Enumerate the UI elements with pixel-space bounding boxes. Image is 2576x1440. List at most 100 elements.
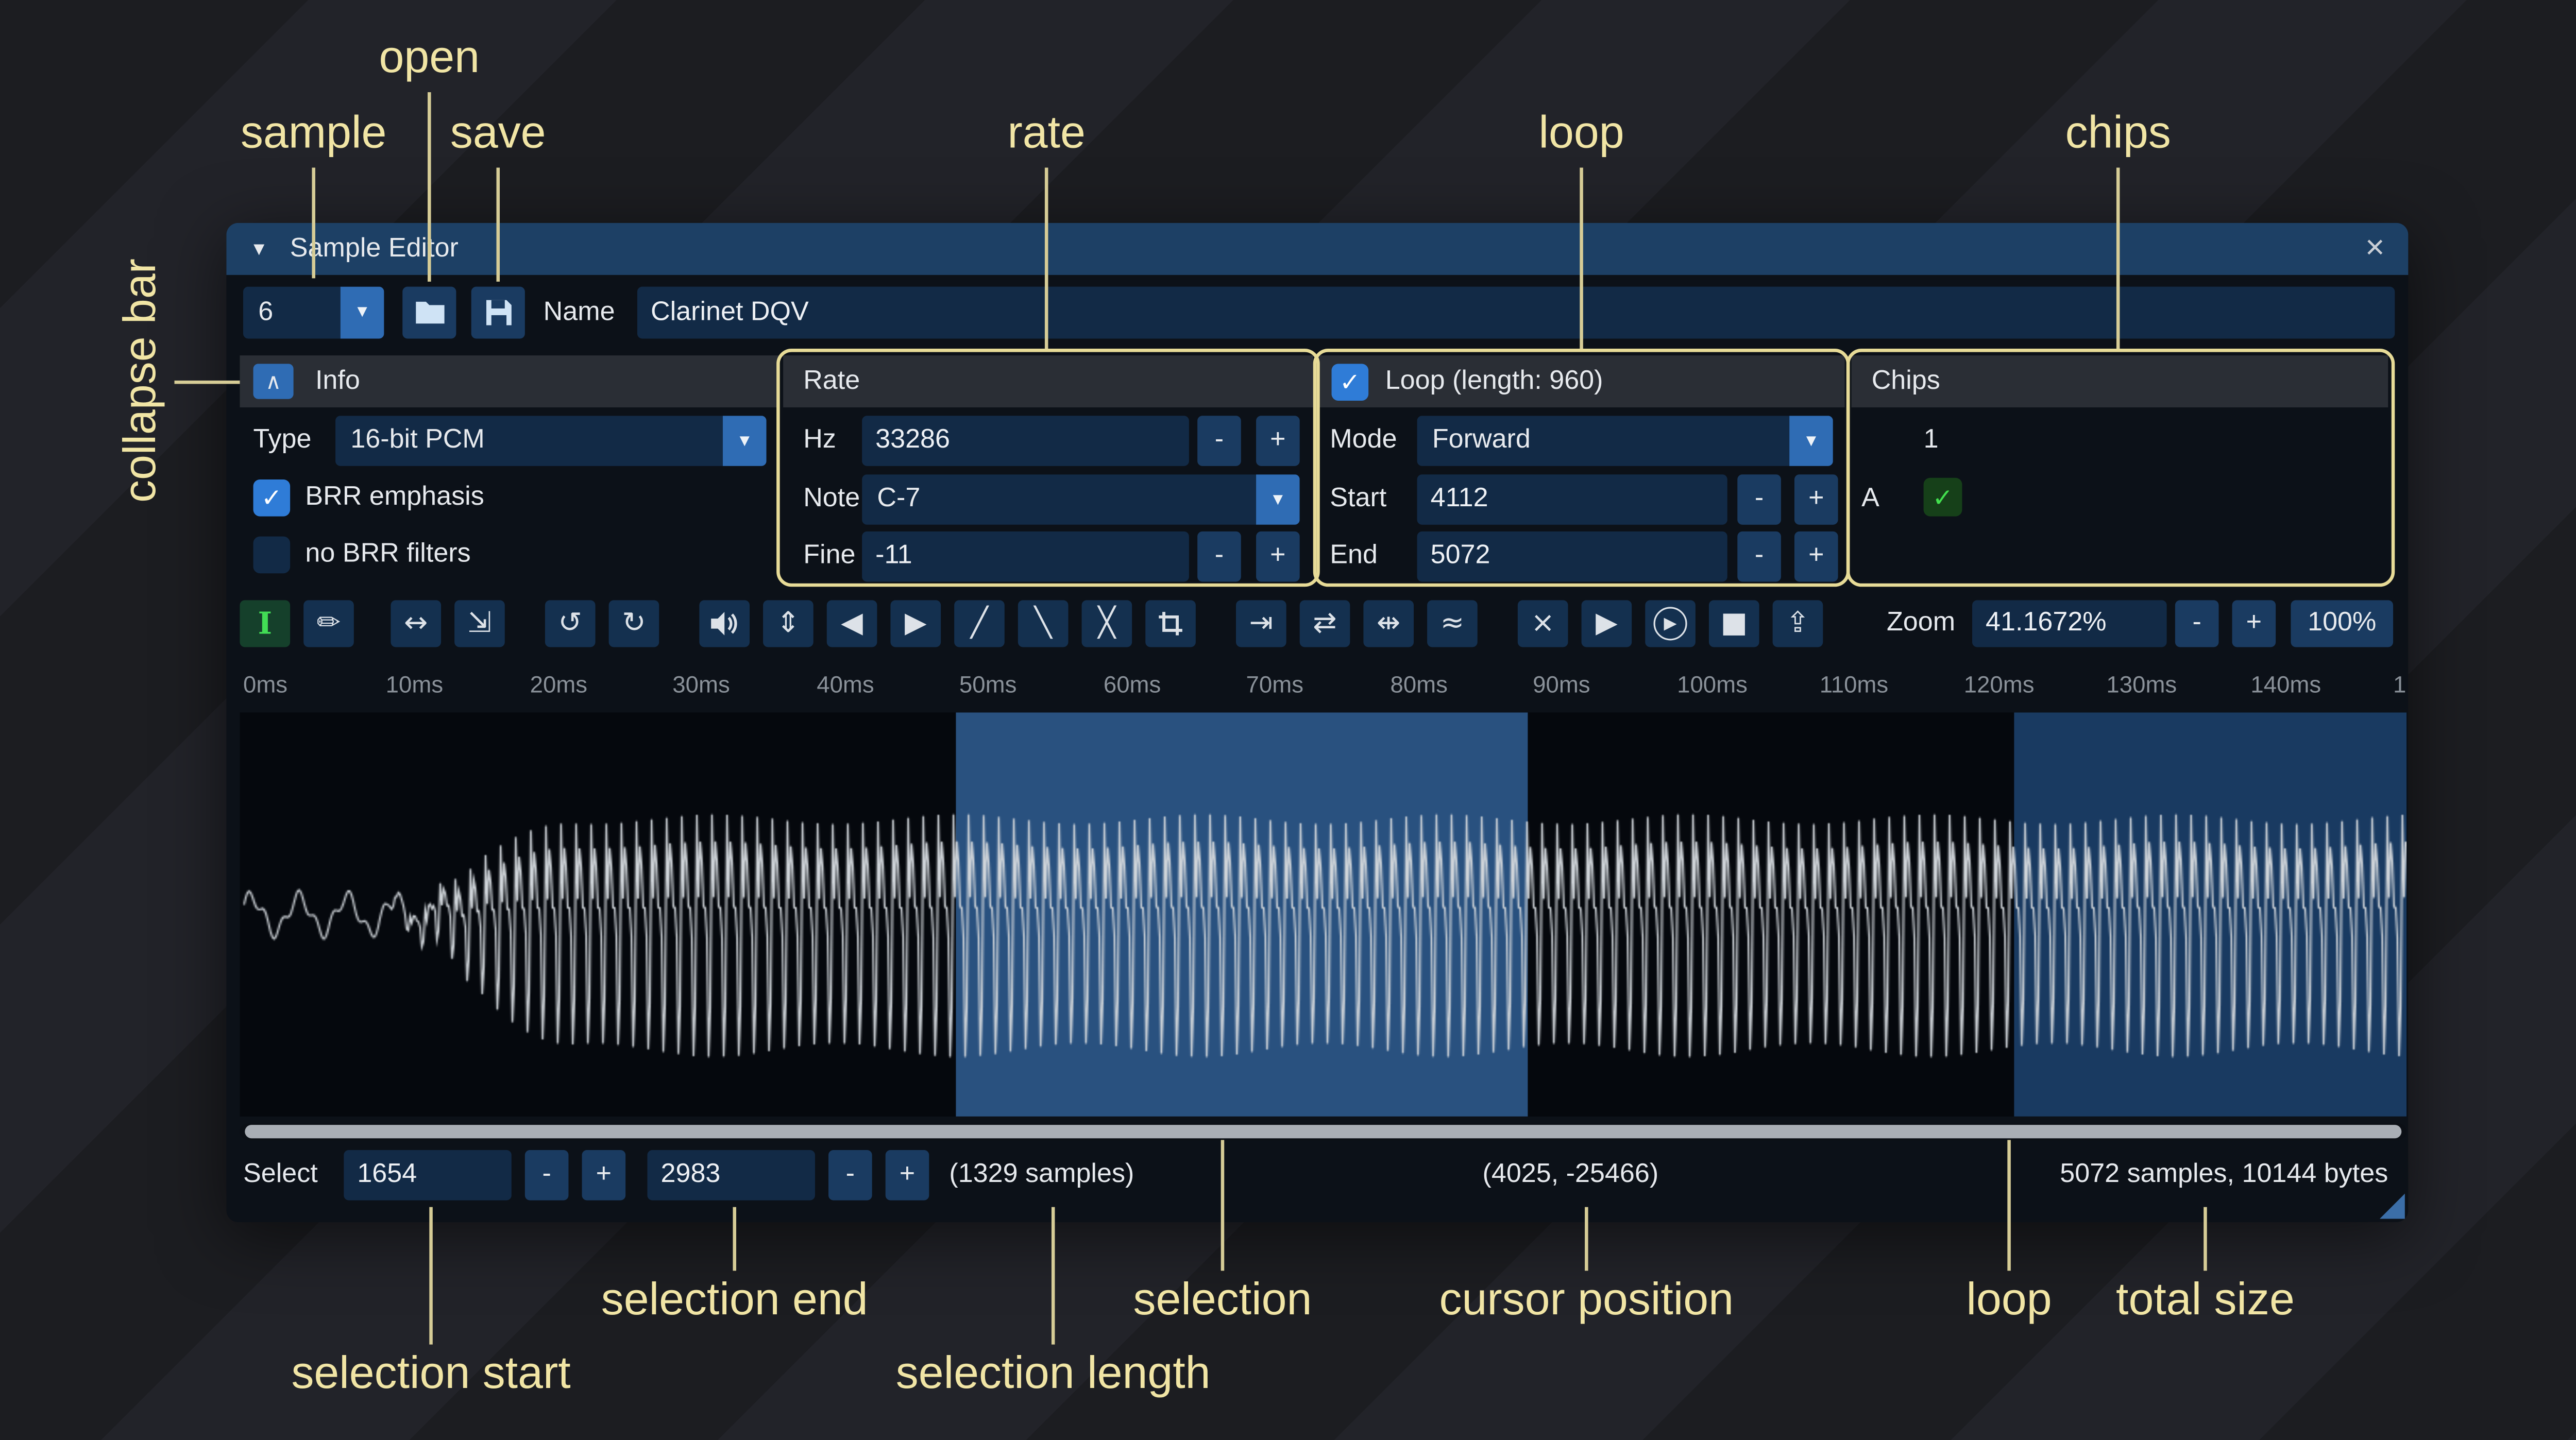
ruler-label: 60ms	[1104, 671, 1161, 697]
zoom-label: Zoom	[1887, 600, 1955, 647]
speaker-icon	[709, 610, 740, 637]
ruler-label: 120ms	[1964, 671, 2035, 697]
resize-grip[interactable]	[2380, 1194, 2405, 1219]
annotation-loop: loop	[1538, 107, 1624, 159]
zoom-decrement-button[interactable]: -	[2175, 600, 2219, 647]
trim-button[interactable]	[1145, 600, 1196, 647]
silence-button[interactable]: ╳	[1082, 600, 1132, 647]
selection-end-value: 2983	[661, 1160, 721, 1191]
chevron-down-icon: ▼	[341, 287, 384, 339]
x-icon: ×	[1531, 607, 1554, 640]
selection-end-input[interactable]: 2983	[647, 1150, 815, 1201]
wave-icon: ≈	[1440, 607, 1464, 640]
selection-start-value: 1654	[357, 1160, 417, 1191]
waveform-area[interactable]	[240, 712, 2406, 1116]
screenshot-stage: ▼ Sample Editor × 6 ▼ Name Clarinet DQV …	[0, 0, 2576, 1440]
triangle-right-icon: ▶	[905, 607, 927, 640]
annotation-save: save	[450, 107, 546, 159]
ruler-label: 150	[2393, 671, 2406, 697]
edit-select-button[interactable]: I	[240, 600, 290, 647]
mix-paste-button[interactable]: ⇄	[1300, 600, 1350, 647]
fade-in-icon: ╱	[971, 607, 988, 640]
close-icon[interactable]: ×	[2365, 223, 2385, 275]
annotation-line-open	[428, 92, 431, 282]
amplify-button[interactable]	[699, 600, 750, 647]
resample-icon: ⇲	[468, 607, 492, 640]
save-button[interactable]	[471, 287, 525, 339]
annotation-line-selection	[1221, 1140, 1225, 1271]
redo-button[interactable]: ↻	[609, 600, 659, 647]
sample-index-dropdown[interactable]: 6 ▼	[243, 287, 384, 339]
selection-start-increment-button[interactable]: +	[582, 1150, 626, 1201]
ruler-label: 0ms	[243, 671, 287, 697]
annotation-selection-end: selection end	[601, 1274, 868, 1326]
time-ruler: 0ms 10ms 20ms 30ms 40ms 50ms 60ms 70ms 8…	[240, 662, 2406, 709]
upload-icon: ⇪	[1786, 607, 1809, 640]
annotation-line-rate	[1045, 168, 1048, 349]
selection-end-decrement-button[interactable]: -	[828, 1150, 872, 1201]
zoom-input[interactable]: 41.1672%	[1972, 600, 2167, 647]
crossfade-button[interactable]: ×	[1518, 600, 1568, 647]
no-brr-filters-checkbox[interactable]	[253, 537, 291, 574]
sample-index-value: 6	[243, 287, 341, 339]
undo-button[interactable]: ↺	[545, 600, 596, 647]
upload-to-chip-button[interactable]: ⇪	[1773, 600, 1823, 647]
zoom-value: 41.1672%	[1986, 609, 2107, 639]
crop-icon	[1157, 610, 1184, 637]
fade-in-button[interactable]: ╱	[954, 600, 1005, 647]
annotation-loop-bottom: loop	[1967, 1274, 2052, 1326]
cross-icon: ╳	[1098, 607, 1115, 640]
brr-emphasis-checkbox[interactable]: ✓	[253, 479, 291, 517]
ruler-label: 10ms	[386, 671, 443, 697]
rate-annotation-outline	[776, 349, 1320, 587]
selection-end-increment-button[interactable]: +	[886, 1150, 929, 1201]
cursor-position-text: (4025, -25466)	[1483, 1150, 1659, 1201]
type-dropdown[interactable]: 16-bit PCM ▼	[335, 416, 767, 466]
annotation-rate: rate	[1007, 107, 1085, 159]
name-input[interactable]: Clarinet DQV	[637, 287, 2395, 339]
ruler-label: 20ms	[530, 671, 587, 697]
titlebar[interactable]: ▼ Sample Editor ×	[226, 223, 2408, 275]
edit-draw-button[interactable]: ✏	[303, 600, 354, 647]
fade-out-button[interactable]: ╲	[1018, 600, 1069, 647]
invert-button[interactable]: ▶	[890, 600, 941, 647]
zoom-reset-button[interactable]: 100%	[2291, 600, 2393, 647]
info-panel-header: ∧ Info	[240, 355, 779, 407]
annotation-line-selection-end	[733, 1207, 736, 1271]
open-button[interactable]	[402, 287, 456, 339]
stretch-icon: ⇹	[1377, 607, 1400, 640]
scrollbar-thumb[interactable]	[245, 1125, 2401, 1138]
window-collapse-icon[interactable]: ▼	[250, 239, 268, 259]
resize-button[interactable]: ↔	[391, 600, 441, 647]
ruler-label: 90ms	[1533, 671, 1590, 697]
selection-start-input[interactable]: 1654	[344, 1150, 512, 1201]
zoom-increment-button[interactable]: +	[2232, 600, 2276, 647]
annotation-selection: selection	[1133, 1274, 1312, 1326]
i-beam-icon: I	[258, 606, 272, 641]
filter-button[interactable]: ≈	[1427, 600, 1478, 647]
resample-button[interactable]: ⇲	[454, 600, 505, 647]
pencil-icon: ✏	[317, 607, 341, 640]
select-label: Select	[243, 1150, 318, 1201]
reverse-button[interactable]: ◀	[827, 600, 877, 647]
annotation-line-cursor-position	[1585, 1207, 1588, 1271]
selection-length-text: (1329 samples)	[949, 1150, 1134, 1201]
annotation-total-size: total size	[2116, 1274, 2295, 1326]
normalize-button[interactable]: ⇕	[763, 600, 814, 647]
annotation-line-selection-length	[1052, 1207, 1055, 1345]
waveform-scrollbar[interactable]	[240, 1123, 2406, 1140]
stop-preview-button[interactable]: ■	[1709, 600, 1759, 647]
preview-selection-button[interactable]: ▶	[1645, 600, 1696, 647]
stretch-button[interactable]: ⇹	[1363, 600, 1414, 647]
preview-button[interactable]: ▶	[1582, 600, 1632, 647]
ruler-label: 130ms	[2106, 671, 2177, 697]
info-collapse-button[interactable]: ∧	[253, 364, 294, 399]
play-icon: ▶	[1596, 607, 1618, 640]
stop-icon: ■	[1721, 607, 1748, 640]
selection-start-decrement-button[interactable]: -	[525, 1150, 569, 1201]
waveform-canvas[interactable]	[240, 712, 2406, 1116]
floppy-icon	[484, 298, 512, 327]
name-input-value: Clarinet DQV	[651, 298, 809, 328]
insert-button[interactable]: ⇥	[1236, 600, 1286, 647]
annotation-open: open	[379, 32, 480, 84]
